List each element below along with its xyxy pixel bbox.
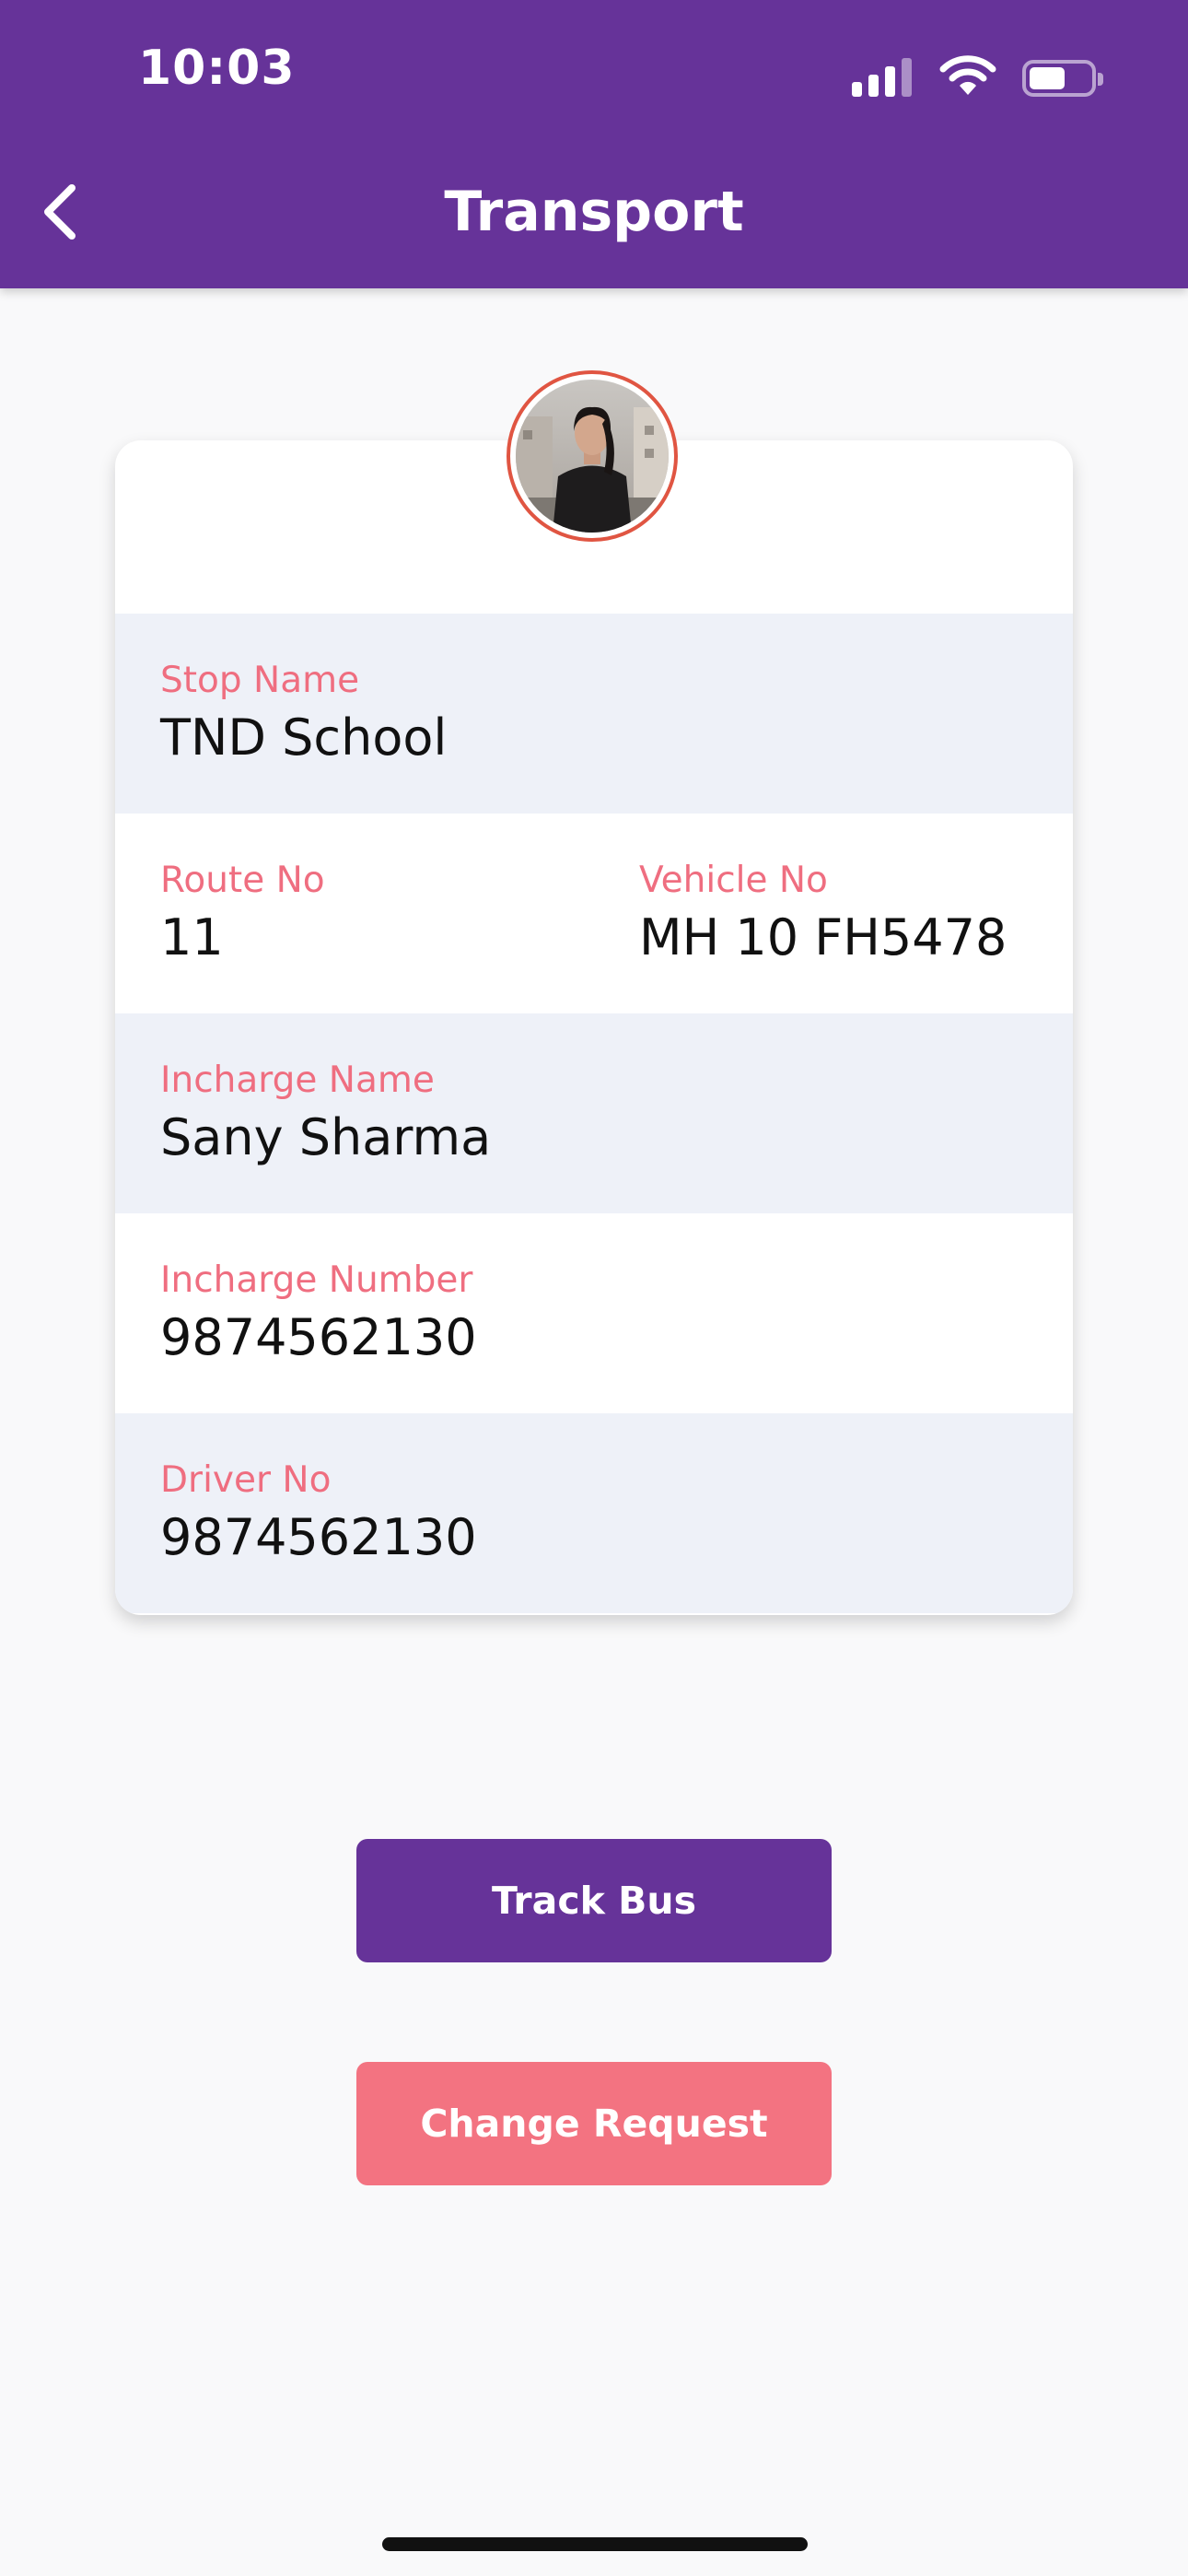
stop-name-row: Stop Name TND School xyxy=(115,614,1073,814)
driver-no-row: Driver No 9874562130 xyxy=(115,1413,1073,1613)
driver-no-field: Driver No 9874562130 xyxy=(160,1459,477,1566)
battery-icon xyxy=(1022,60,1103,97)
status-icons xyxy=(852,51,1103,97)
home-indicator[interactable] xyxy=(382,2537,808,2551)
incharge-name-value: Sany Sharma xyxy=(160,1108,492,1166)
incharge-name-label: Incharge Name xyxy=(160,1060,435,1101)
incharge-number-value: 9874562130 xyxy=(160,1308,477,1366)
change-request-button[interactable]: Change Request xyxy=(356,2062,832,2185)
route-no-field: Route No 11 xyxy=(160,860,325,966)
app-header: 10:03 Transport xyxy=(0,0,1188,288)
route-vehicle-row: Route No 11 Vehicle No MH 10 FH5478 xyxy=(115,814,1073,1013)
wifi-icon xyxy=(939,55,996,95)
incharge-number-label: Incharge Number xyxy=(160,1259,473,1301)
avatar-photo xyxy=(516,380,669,533)
stop-name-label: Stop Name xyxy=(160,660,360,701)
route-no-value: 11 xyxy=(160,908,224,966)
incharge-name-row: Incharge Name Sany Sharma xyxy=(115,1013,1073,1213)
track-bus-button[interactable]: Track Bus xyxy=(356,1839,832,1962)
incharge-number-row: Incharge Number 9874562130 xyxy=(115,1213,1073,1413)
vehicle-no-value: MH 10 FH5478 xyxy=(639,908,1007,966)
stop-name-value: TND School xyxy=(160,708,448,767)
page-title: Transport xyxy=(444,180,744,244)
incharge-number-field: Incharge Number 9874562130 xyxy=(160,1259,477,1366)
avatar xyxy=(507,370,678,542)
vehicle-no-field: Vehicle No MH 10 FH5478 xyxy=(639,860,1007,966)
incharge-name-field: Incharge Name Sany Sharma xyxy=(160,1060,491,1166)
signal-icon xyxy=(852,56,912,97)
vehicle-no-label: Vehicle No xyxy=(639,860,828,901)
driver-no-label: Driver No xyxy=(160,1459,332,1501)
status-time: 10:03 xyxy=(138,41,296,96)
transport-details-card: Stop Name TND School Route No 11 Vehicle… xyxy=(115,440,1073,1615)
route-no-label: Route No xyxy=(160,860,325,901)
stop-name-field: Stop Name TND School xyxy=(160,660,447,767)
driver-no-value: 9874562130 xyxy=(160,1508,477,1566)
